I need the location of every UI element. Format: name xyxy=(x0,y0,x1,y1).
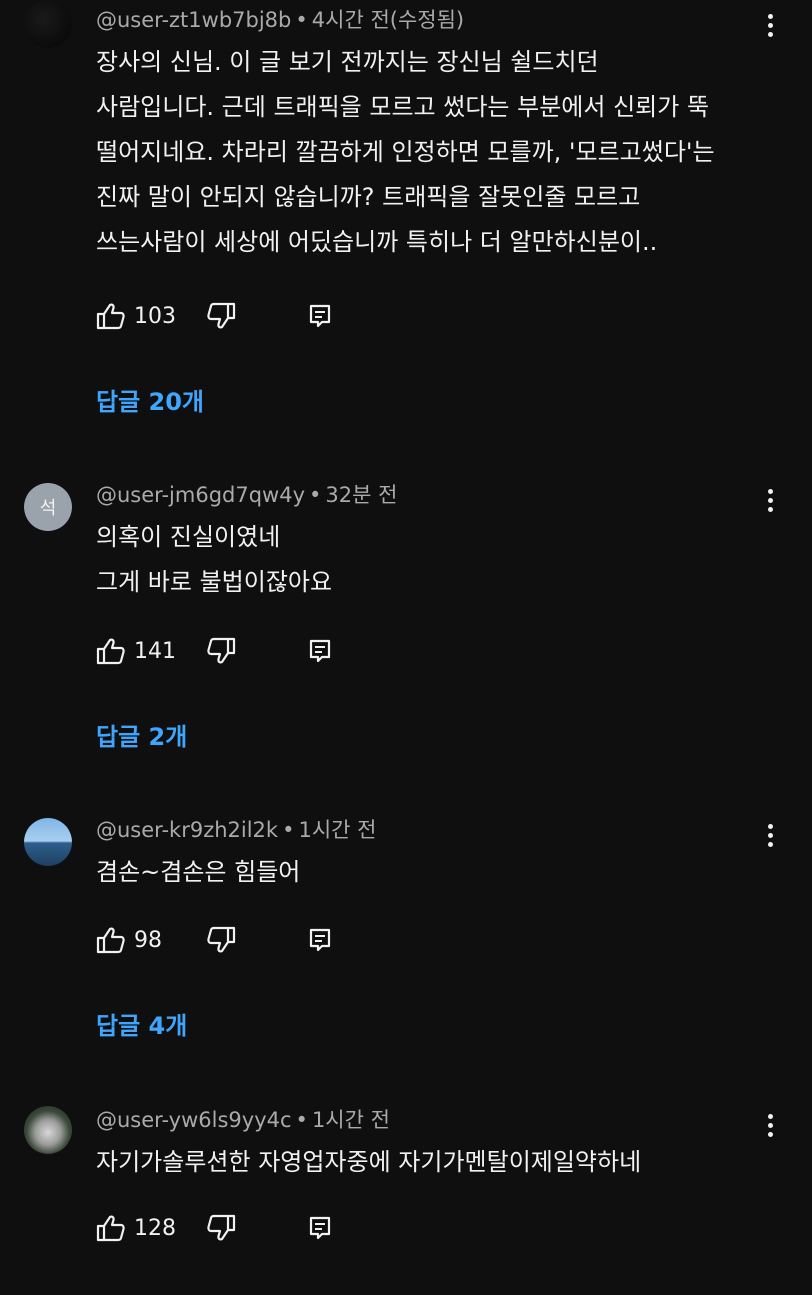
thumb-up-icon xyxy=(96,1214,126,1242)
comment-item: @user-yw6ls9yy4c • 1시간 전 자기가솔루션한 자영업자중에 자기… xyxy=(0,1100,812,1295)
reply-icon xyxy=(308,927,332,953)
comment-time[interactable]: 4시간 전(수정됨) xyxy=(312,8,464,32)
like-count: 98 xyxy=(134,927,162,953)
comment-text: 겸손~겸손은 힘들어 xyxy=(96,858,301,886)
avatar[interactable] xyxy=(24,1106,72,1154)
comment-item: @user-kr9zh2il2k • 1시간 전 겸손~겸손은 힘들어 98 답글 … xyxy=(0,810,812,1080)
avatar[interactable] xyxy=(24,0,72,48)
comment-author[interactable]: @user-kr9zh2il2k xyxy=(96,818,278,842)
like-button[interactable]: 103 xyxy=(96,296,176,336)
comment-time[interactable]: 1시간 전 xyxy=(298,818,376,842)
comment-meta: @user-yw6ls9yy4c • 1시간 전 xyxy=(96,1100,390,1140)
comment-author[interactable]: @user-zt1wb7bj8b xyxy=(96,8,291,32)
view-replies-button[interactable]: 답글 4개 xyxy=(96,1006,187,1046)
like-count: 128 xyxy=(134,1215,176,1241)
comment-time[interactable]: 1시간 전 xyxy=(312,1108,390,1132)
comment-author[interactable]: @user-jm6gd7qw4y xyxy=(96,483,305,507)
more-vert-icon[interactable] xyxy=(758,1114,782,1142)
separator-dot: • xyxy=(295,1108,308,1132)
comment-text: 장사의 신님. 이 글 보기 전까지는 장신님 쉴드치던 사람입니다. 근데 트… xyxy=(96,48,715,256)
thumb-down-icon xyxy=(206,637,236,665)
reply-button[interactable] xyxy=(308,631,332,671)
dislike-button[interactable] xyxy=(206,296,236,336)
comment-meta: @user-kr9zh2il2k • 1시간 전 xyxy=(96,810,376,850)
avatar-letter: 석 xyxy=(39,498,57,519)
comment-actions: 141 xyxy=(96,631,496,671)
more-vert-icon[interactable] xyxy=(758,824,782,852)
dislike-button[interactable] xyxy=(206,1208,236,1248)
separator-dot: • xyxy=(309,483,322,507)
like-count: 103 xyxy=(134,303,176,329)
avatar[interactable] xyxy=(24,818,72,866)
comment-time[interactable]: 32분 전 xyxy=(325,483,397,507)
reply-icon xyxy=(308,303,332,329)
thumb-up-icon xyxy=(96,302,126,330)
comment-meta: @user-zt1wb7bj8b • 4시간 전(수정됨) xyxy=(96,0,464,40)
thumb-down-icon xyxy=(206,302,236,330)
view-replies-button[interactable]: 답글 2개 xyxy=(96,717,187,757)
thumb-up-icon xyxy=(96,926,126,954)
more-vert-icon[interactable] xyxy=(758,489,782,517)
thumb-down-icon xyxy=(206,926,236,954)
comment-actions: 103 xyxy=(96,296,496,336)
dislike-button[interactable] xyxy=(206,631,236,671)
more-vert-icon[interactable] xyxy=(758,14,782,42)
like-count: 141 xyxy=(134,638,176,664)
comment-item: 석 @user-jm6gd7qw4y • 32분 전 의혹이 진실이였네 그게 바로… xyxy=(0,475,812,795)
view-replies-button[interactable]: 답글 20개 xyxy=(96,382,204,422)
avatar[interactable]: 석 xyxy=(24,483,72,531)
thumb-up-icon xyxy=(96,637,126,665)
like-button[interactable]: 128 xyxy=(96,1208,176,1248)
reply-icon xyxy=(308,1215,332,1241)
reply-button[interactable] xyxy=(308,296,332,336)
comment-author[interactable]: @user-yw6ls9yy4c xyxy=(96,1108,292,1132)
reply-button[interactable] xyxy=(308,1208,332,1248)
comment-actions: 128 xyxy=(96,1208,496,1248)
reply-button[interactable] xyxy=(308,920,332,960)
like-button[interactable]: 141 xyxy=(96,631,176,671)
comment-text: 자기가솔루션한 자영업자중에 자기가멘탈이제일약하네 xyxy=(96,1148,642,1176)
reply-icon xyxy=(308,638,332,664)
dislike-button[interactable] xyxy=(206,920,236,960)
comment-item: @user-zt1wb7bj8b • 4시간 전(수정됨) 장사의 신님. 이 글 … xyxy=(0,0,812,440)
comment-meta: @user-jm6gd7qw4y • 32분 전 xyxy=(96,475,397,515)
thumb-down-icon xyxy=(206,1214,236,1242)
comment-actions: 98 xyxy=(96,920,496,960)
comment-text: 의혹이 진실이였네 그게 바로 불법이잖아요 xyxy=(96,523,333,596)
separator-dot: • xyxy=(295,8,308,32)
separator-dot: • xyxy=(282,818,295,842)
like-button[interactable]: 98 xyxy=(96,920,162,960)
